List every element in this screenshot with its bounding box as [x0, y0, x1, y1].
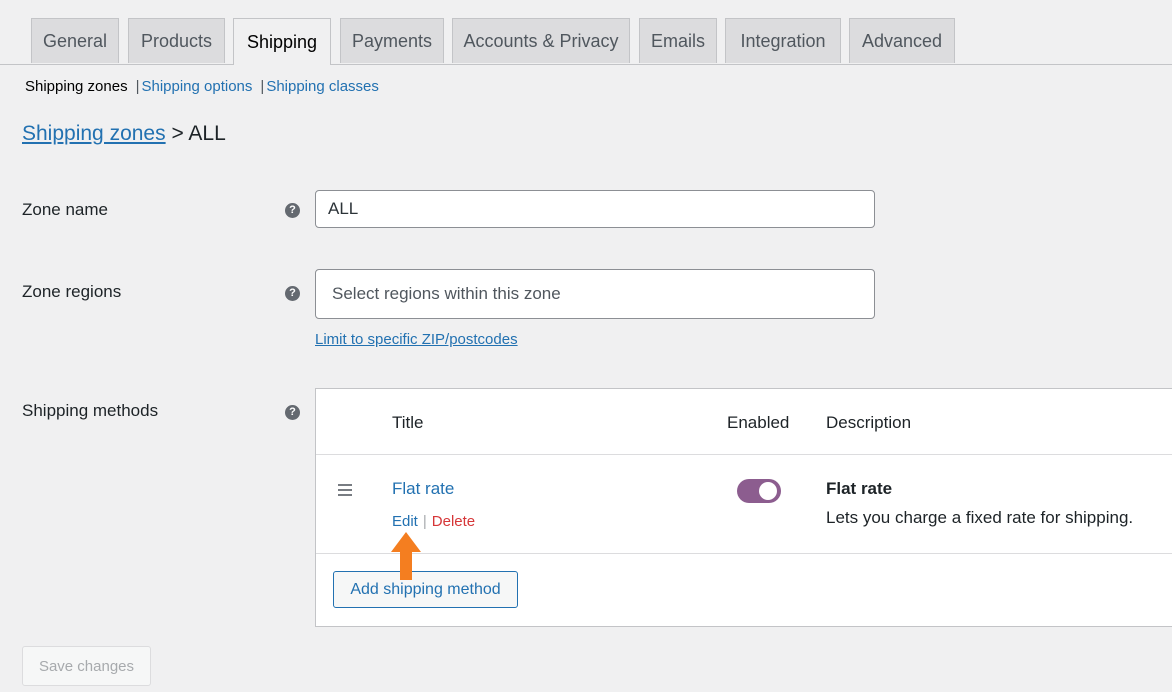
zone-regions-select[interactable] [315, 269, 875, 319]
breadcrumb: Shipping zones > ALL [22, 122, 226, 146]
tab-integration[interactable]: Integration [725, 18, 841, 63]
tab-shipping[interactable]: Shipping [233, 18, 331, 65]
breadcrumb-shipping-zones-link[interactable]: Shipping zones [22, 122, 166, 145]
help-icon[interactable]: ? [285, 203, 300, 218]
subnav-shipping-options[interactable]: Shipping options [141, 78, 252, 95]
help-icon[interactable]: ? [285, 405, 300, 420]
tab-advanced[interactable]: Advanced [849, 18, 955, 63]
tab-accounts-privacy[interactable]: Accounts & Privacy [452, 18, 630, 63]
limit-postcodes-link[interactable]: Limit to specific ZIP/postcodes [315, 331, 518, 348]
drag-handle-icon[interactable] [338, 484, 352, 499]
shipping-methods-table: Title Enabled Description Flat rate Edit… [315, 388, 1172, 627]
zone-name-input[interactable] [315, 190, 875, 228]
breadcrumb-current: > ALL [171, 122, 226, 145]
settings-tabs: General Products Shipping Payments Accou… [0, 0, 1172, 65]
column-header-description: Description [826, 413, 912, 432]
column-header-enabled: Enabled [727, 413, 790, 432]
add-shipping-method-button[interactable]: Add shipping method [333, 571, 518, 608]
header-divider [316, 454, 1172, 455]
shipping-methods-label: Shipping methods [22, 401, 159, 420]
save-changes-button[interactable]: Save changes [22, 646, 151, 686]
toggle-knob [759, 482, 777, 500]
shipping-subnav: Shipping zones | Shipping options | Shipping… [25, 78, 379, 95]
tab-products[interactable]: Products [128, 18, 225, 63]
subnav-separator: | [135, 78, 140, 95]
annotation-arrow-icon [391, 532, 421, 580]
action-separator: | [422, 513, 427, 530]
help-icon[interactable]: ? [285, 286, 300, 301]
method-row-actions: Edit | Delete [392, 513, 475, 530]
tab-emails[interactable]: Emails [639, 18, 717, 63]
method-description-title: Flat rate [826, 479, 893, 498]
zone-regions-label: Zone regions [22, 282, 122, 301]
subnav-shipping-classes[interactable]: Shipping classes [266, 78, 379, 95]
tab-payments[interactable]: Payments [340, 18, 444, 63]
method-enabled-toggle[interactable] [737, 479, 781, 503]
row-divider [316, 553, 1172, 554]
delete-method-link[interactable]: Delete [432, 513, 475, 530]
method-description-text: Lets you charge a fixed rate for shippin… [826, 508, 1134, 527]
zone-name-label: Zone name [22, 200, 108, 219]
method-title-link[interactable]: Flat rate [392, 479, 454, 499]
column-header-title: Title [392, 413, 424, 432]
edit-method-link[interactable]: Edit [392, 513, 418, 530]
subnav-shipping-zones[interactable]: Shipping zones [25, 78, 128, 95]
subnav-separator: | [260, 78, 265, 95]
tab-general[interactable]: General [31, 18, 119, 63]
